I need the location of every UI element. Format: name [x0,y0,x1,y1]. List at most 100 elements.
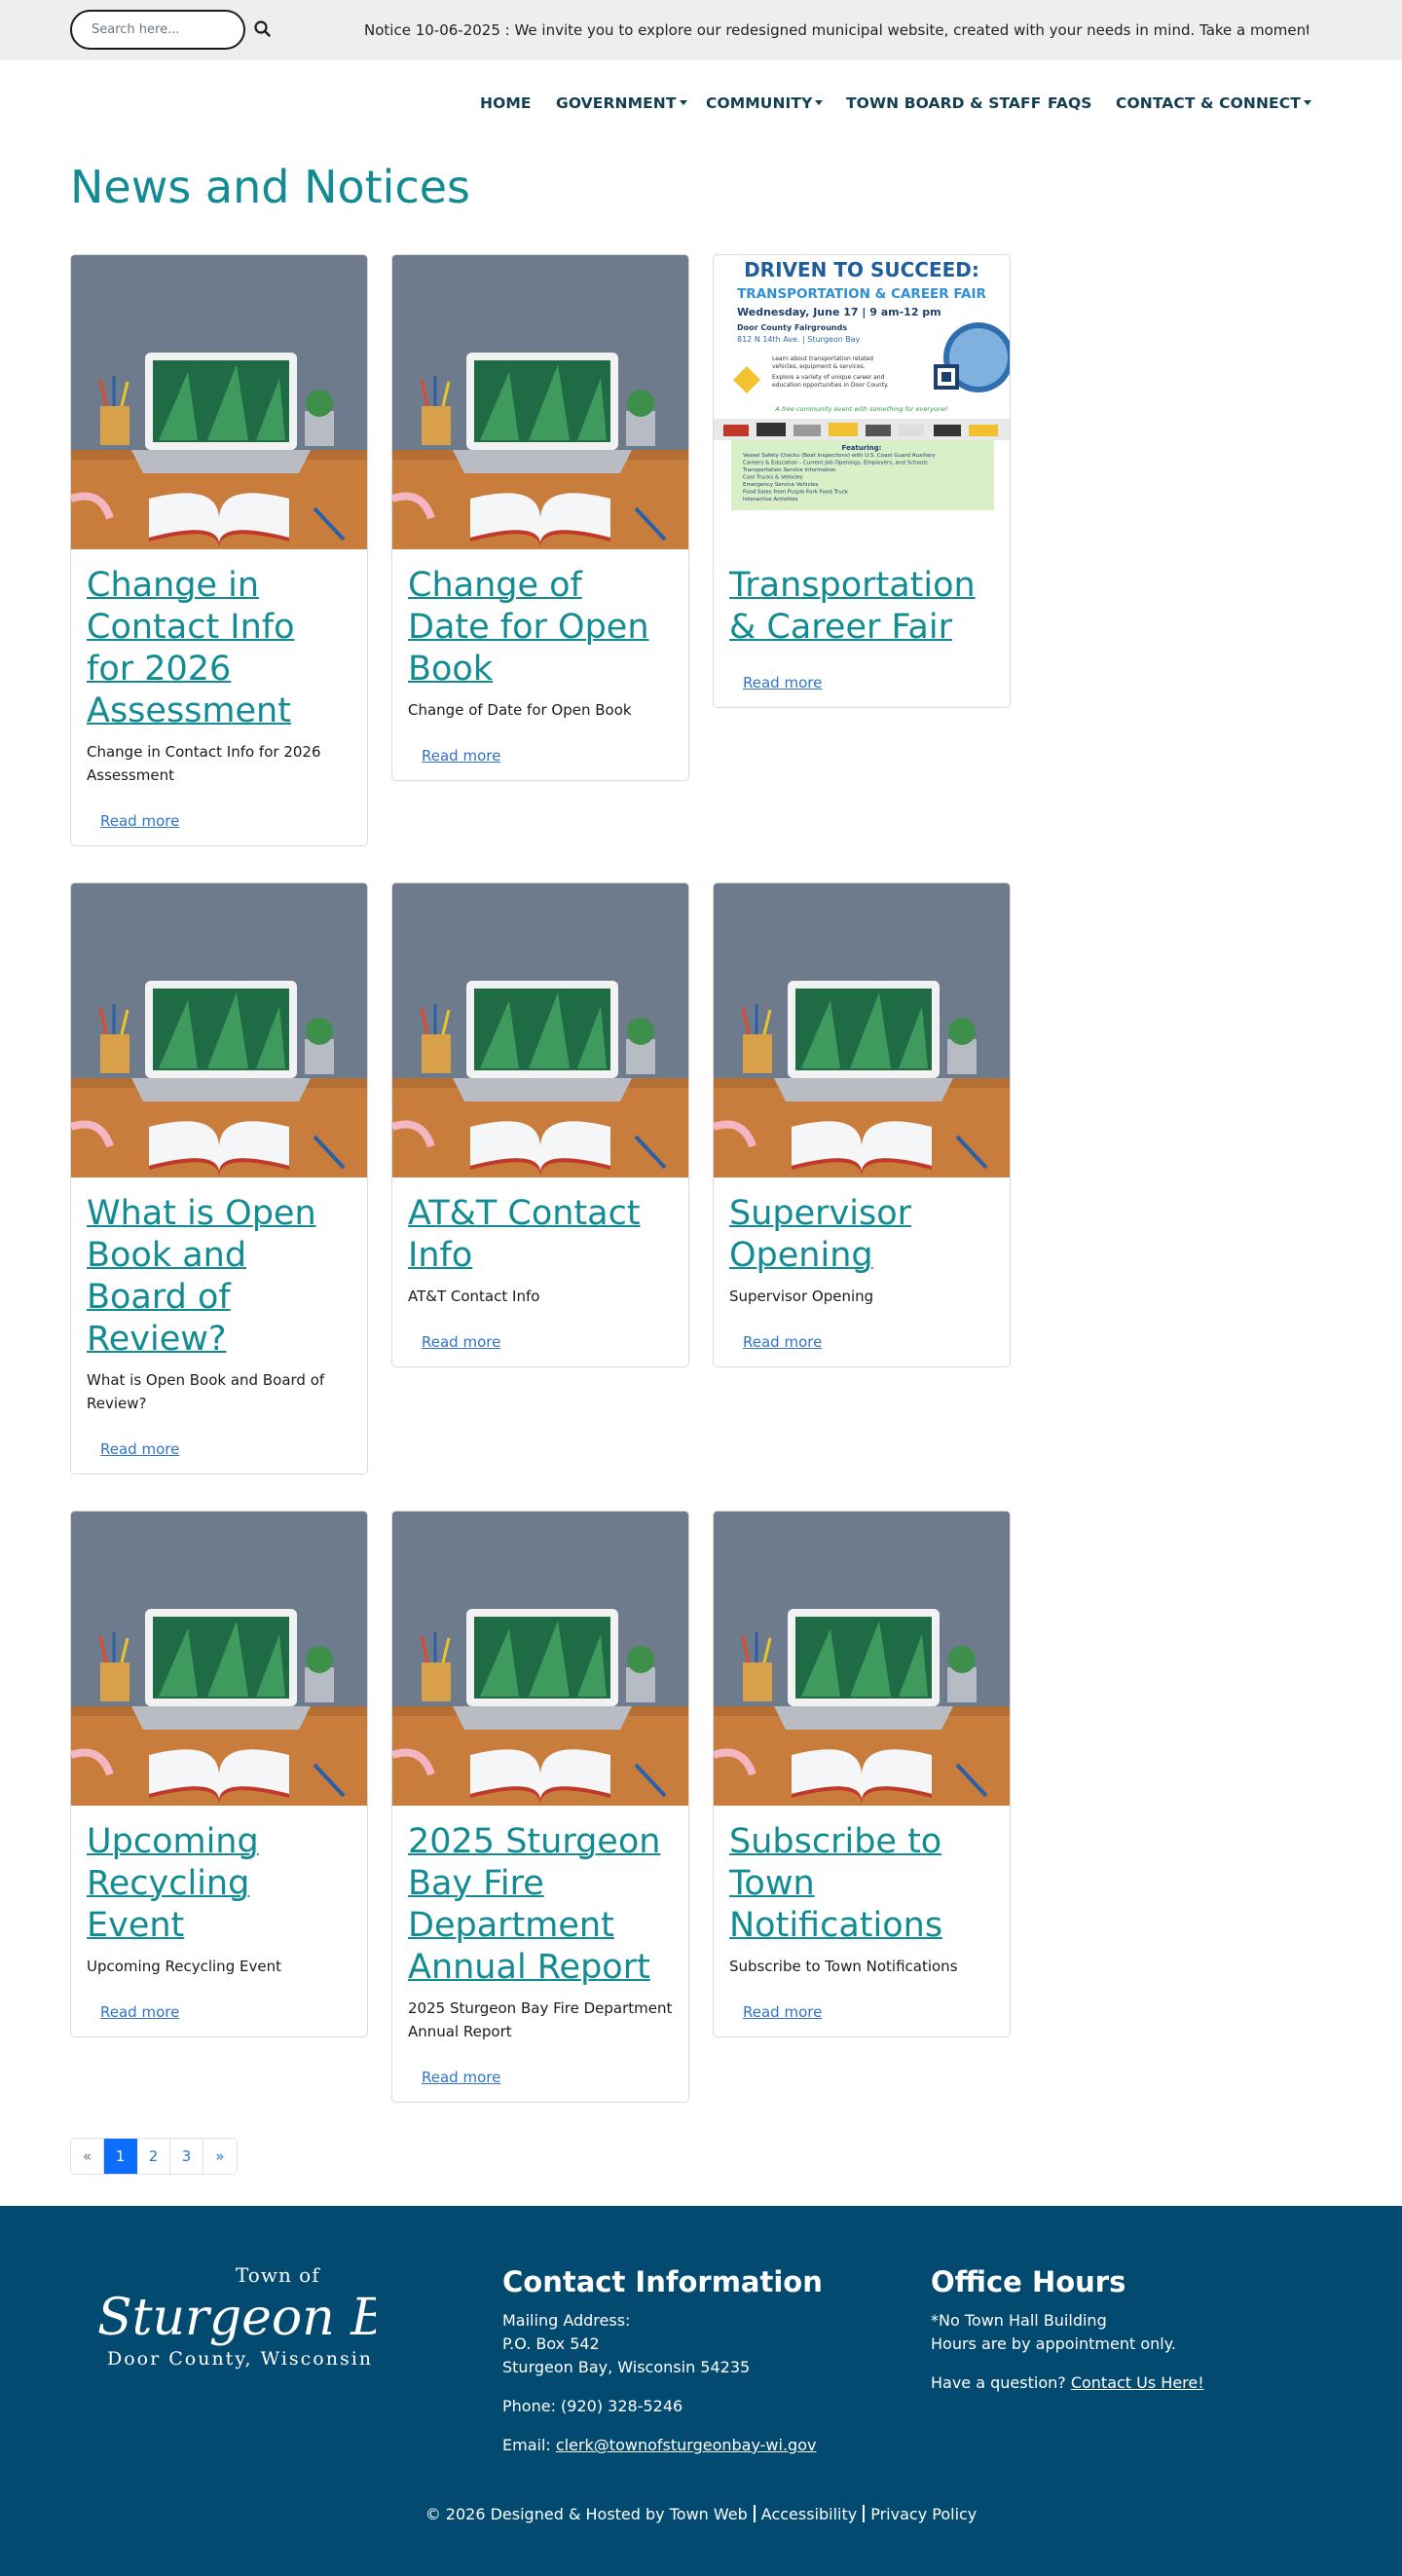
card-title-link[interactable]: Change of Date for Open Book [408,565,673,691]
desk-laptop-image [392,1512,688,1806]
flyer-address: 812 N 14th Ave. | Sturgeon Bay [737,335,861,344]
pagination: « 1 2 3 » [70,2138,238,2175]
search-button[interactable] [251,18,275,41]
card-description: 2025 Sturgeon Bay Fire Department Annual… [408,1999,673,2040]
news-card: Change in Contact Info for 2026 Assessme… [70,254,368,846]
flyer-blurb1: Learn about transportation related [772,355,873,362]
pagination-prev[interactable]: « [71,2139,104,2174]
copyright-text: © 2026 Designed & Hosted by [424,2505,670,2523]
townweb-link[interactable]: Town Web [670,2505,748,2523]
search-input[interactable] [70,10,245,50]
card-description: What is Open Book and Board of Review? [87,1371,325,1412]
read-more-link[interactable]: Read more [422,2069,500,2086]
flyer-heading1: DRIVEN TO SUCCEED: [744,258,979,281]
flyer-feature: Food Sales from Purple Fork Food Truck [743,490,849,496]
card-description: Subscribe to Town Notifications [729,1958,958,1975]
email-label: Email: [502,2436,556,2454]
card-body: 2025 Sturgeon Bay Fire Department Annual… [392,1806,688,2102]
desk-laptop-image [71,255,367,549]
card-title-link[interactable]: Change in Contact Info for 2026 Assessme… [87,565,351,732]
news-card: Upcoming Recycling Event Upcoming Recycli… [70,1511,368,2037]
card-description: Upcoming Recycling Event [87,1958,281,1975]
flyer-venue: Door County Fairgrounds [737,323,847,332]
card-title-link[interactable]: Supervisor Opening [729,1193,994,1277]
card-title-link[interactable]: AT&T Contact Info [408,1193,673,1277]
pagination-page-2[interactable]: 2 [137,2139,170,2174]
flyer-blurb2: vehicles, equipment & services. [772,363,866,370]
flyer-feature: Careers & Education - Current Job Openin… [743,461,928,467]
card-image[interactable] [71,1512,367,1806]
news-card: Change of Date for Open Book Change of Da… [391,254,689,781]
card-image[interactable] [392,883,688,1177]
phone: Phone: (920) 328-5246 [502,2397,683,2415]
divider [863,2505,866,2522]
footer-bottom: © 2026 Designed & Hosted by Town Web Acce… [0,2505,1402,2523]
contact-us-link[interactable]: Contact Us Here! [1071,2373,1204,2392]
divider [753,2505,756,2522]
city-zip: Sturgeon Bay, Wisconsin 54235 [502,2358,751,2376]
read-more-link[interactable]: Read more [743,1333,822,1351]
nav-government[interactable]: GOVERNMENT [556,90,687,117]
notice-ticker: Notice 10-06-2025 : We invite you to exp… [364,21,1309,39]
card-title-link[interactable]: Transportation & Career Fair [729,565,994,649]
po-box: P.O. Box 542 [502,2334,600,2353]
card-title-link[interactable]: What is Open Book and Board of Review? [87,1193,351,1361]
desk-laptop-image [392,883,688,1177]
flyer-date: Wednesday, June 17 | 9 am-12 pm [737,306,941,318]
read-more-link[interactable]: Read more [743,674,822,691]
nav-contact-connect[interactable]: CONTACT & CONNECT [1116,90,1311,117]
news-card: What is Open Book and Board of Review? Wh… [70,882,368,1475]
card-body: What is Open Book and Board of Review? Wh… [71,1177,367,1474]
news-card: DRIVEN TO SUCCEED: TRANSPORTATION & CAREE… [713,254,1011,708]
flyer-feature: Cool Trucks & Vehicles [743,475,803,481]
pagination-next[interactable]: » [203,2139,237,2174]
accessibility-link[interactable]: Accessibility [761,2505,857,2523]
nav-community-label: COMMUNITY [706,94,813,112]
flyer-blurb3: Explore a variety of unique career and [772,374,885,381]
email-link[interactable]: clerk@townofsturgeonbay-wi.gov [556,2436,817,2454]
card-image[interactable] [392,255,688,549]
card-image[interactable] [71,255,367,549]
card-body: Subscribe to Town Notifications Subscribe… [714,1806,1010,2036]
card-image[interactable] [392,1512,688,1806]
nav-faqs-label: FAQS [1048,94,1092,112]
read-more-link[interactable]: Read more [100,812,179,830]
logo-line1: Town of [236,2264,320,2287]
caret-down-icon [1303,100,1311,105]
card-description: Change of Date for Open Book [408,701,632,719]
card-image[interactable]: DRIVEN TO SUCCEED: TRANSPORTATION & CAREE… [714,255,1010,549]
news-card: Subscribe to Town Notifications Subscribe… [713,1511,1011,2037]
card-title-link[interactable]: Subscribe to Town Notifications [729,1821,994,1947]
read-more-link[interactable]: Read more [100,2003,179,2021]
card-image[interactable] [71,883,367,1177]
nav-town-board-label: TOWN BOARD & STAFF [846,94,1042,112]
card-body: Supervisor Opening Supervisor Opening Read… [714,1177,1010,1366]
nav-home[interactable]: HOME [480,90,532,117]
hours-title: Office Hours [931,2265,1126,2298]
pagination-page-1[interactable]: 1 [104,2139,137,2174]
flyer-featuring: Featuring: [842,444,882,452]
flyer-feature: Emergency Service Vehicles [743,482,819,488]
flyer-blurb4: education opportunities in Door County. [772,382,889,389]
read-more-link[interactable]: Read more [422,747,500,765]
privacy-link[interactable]: Privacy Policy [870,2505,977,2523]
card-image[interactable] [714,1512,1010,1806]
top-bar: Notice 10-06-2025 : We invite you to exp… [0,0,1402,60]
card-title-link[interactable]: 2025 Sturgeon Bay Fire Department Annual… [408,1821,673,1989]
card-image[interactable] [714,883,1010,1177]
read-more-link[interactable]: Read more [743,2003,822,2021]
question-text: Have a question? [931,2373,1071,2392]
logo-line2: Sturgeon Bay [97,2289,376,2347]
flyer-heading2: TRANSPORTATION & CAREER FAIR [737,286,986,302]
hours-line1: *No Town Hall Building [931,2311,1107,2330]
nav-town-board-staff[interactable]: TOWN BOARD & STAFF [846,90,1041,117]
read-more-link[interactable]: Read more [100,1440,179,1458]
nav-faqs[interactable]: FAQS [1048,90,1092,117]
card-title-link[interactable]: Upcoming Recycling Event [87,1821,351,1947]
news-card: AT&T Contact Info AT&T Contact Info Read m… [391,882,689,1367]
flyer-feature: Transportation Service Information [742,467,836,473]
pagination-page-3[interactable]: 3 [170,2139,203,2174]
main-nav: HOME GOVERNMENT COMMUNITY TOWN BOARD & S… [0,90,1402,117]
nav-community[interactable]: COMMUNITY [706,90,824,117]
read-more-link[interactable]: Read more [422,1333,500,1351]
